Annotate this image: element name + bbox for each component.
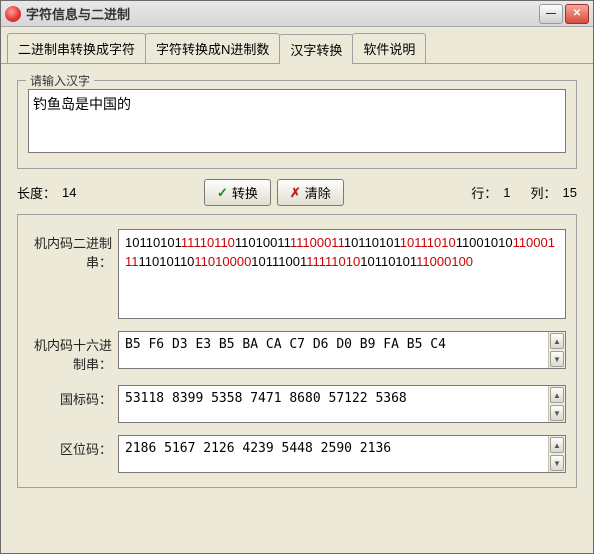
x-icon: ✗: [290, 185, 301, 201]
gb-row: 国标码： 53118 8399 5358 7471 8680 57122 536…: [28, 385, 566, 423]
scroll-up-icon[interactable]: ▲: [550, 437, 564, 453]
minimize-button[interactable]: ―: [539, 4, 563, 24]
scroll-up-icon[interactable]: ▲: [550, 333, 564, 349]
hex-scrollbar[interactable]: ▲ ▼: [548, 332, 565, 368]
tab-hanzi-convert[interactable]: 汉字转换: [279, 34, 353, 64]
tab-char-to-nary[interactable]: 字符转换成N进制数: [145, 33, 280, 63]
tab-bar: 二进制串转换成字符 字符转换成N进制数 汉字转换 软件说明: [1, 27, 593, 64]
binary-label: 机内码二进制串：: [28, 229, 118, 271]
scroll-up-icon[interactable]: ▲: [550, 387, 564, 403]
hex-label: 机内码十六进制串：: [28, 331, 118, 373]
titlebar: 字符信息与二进制 ― ✕: [1, 1, 593, 27]
clear-button[interactable]: ✗ 清除: [277, 179, 344, 206]
qw-scrollbar[interactable]: ▲ ▼: [548, 436, 565, 472]
app-window: 字符信息与二进制 ― ✕ 二进制串转换成字符 字符转换成N进制数 汉字转换 软件…: [0, 0, 594, 554]
length-label: 长度：: [17, 183, 56, 202]
input-group-legend: 请输入汉字: [26, 72, 94, 89]
hex-output[interactable]: B5 F6 D3 E3 B5 BA CA C7 D6 D0 B9 FA B5 C…: [119, 332, 548, 368]
hex-row: 机内码十六进制串： B5 F6 D3 E3 B5 BA CA C7 D6 D0 …: [28, 331, 566, 373]
clear-button-label: 清除: [305, 183, 331, 202]
row-value: 1: [503, 185, 510, 200]
window-title: 字符信息与二进制: [26, 4, 537, 23]
convert-button-label: 转换: [232, 183, 258, 202]
convert-button[interactable]: ✓ 转换: [204, 179, 271, 206]
output-fields: 机内码二进制串： 1011010111110110110100111110001…: [17, 214, 577, 488]
scroll-down-icon[interactable]: ▼: [550, 351, 564, 367]
binary-row: 机内码二进制串： 1011010111110110110100111110001…: [28, 229, 566, 319]
binary-output[interactable]: 1011010111110110110100111110001110110101…: [118, 229, 566, 319]
close-button[interactable]: ✕: [565, 4, 589, 24]
content-area: 请输入汉字 长度： 14 ✓ 转换 ✗ 清除 行： 1 列： 15 机内码二: [1, 64, 593, 553]
gb-output[interactable]: 53118 8399 5358 7471 8680 57122 5368: [119, 386, 548, 422]
tab-about[interactable]: 软件说明: [352, 33, 426, 63]
tab-binary-to-char[interactable]: 二进制串转换成字符: [7, 33, 146, 63]
input-group: 请输入汉字: [17, 80, 577, 169]
col-label: 列：: [531, 183, 557, 202]
app-icon: [5, 6, 21, 22]
hanzi-input[interactable]: [28, 89, 566, 153]
scroll-down-icon[interactable]: ▼: [550, 405, 564, 421]
scroll-down-icon[interactable]: ▼: [550, 455, 564, 471]
length-value: 14: [62, 185, 76, 200]
col-value: 15: [563, 185, 577, 200]
gb-scrollbar[interactable]: ▲ ▼: [548, 386, 565, 422]
row-label: 行：: [471, 183, 497, 202]
qw-label: 区位码：: [28, 435, 118, 458]
qw-row: 区位码： 2186 5167 2126 4239 5448 2590 2136 …: [28, 435, 566, 473]
check-icon: ✓: [217, 185, 228, 201]
qw-output[interactable]: 2186 5167 2126 4239 5448 2590 2136: [119, 436, 548, 472]
gb-label: 国标码：: [28, 385, 118, 408]
status-row: 长度： 14 ✓ 转换 ✗ 清除 行： 1 列： 15: [17, 179, 577, 206]
